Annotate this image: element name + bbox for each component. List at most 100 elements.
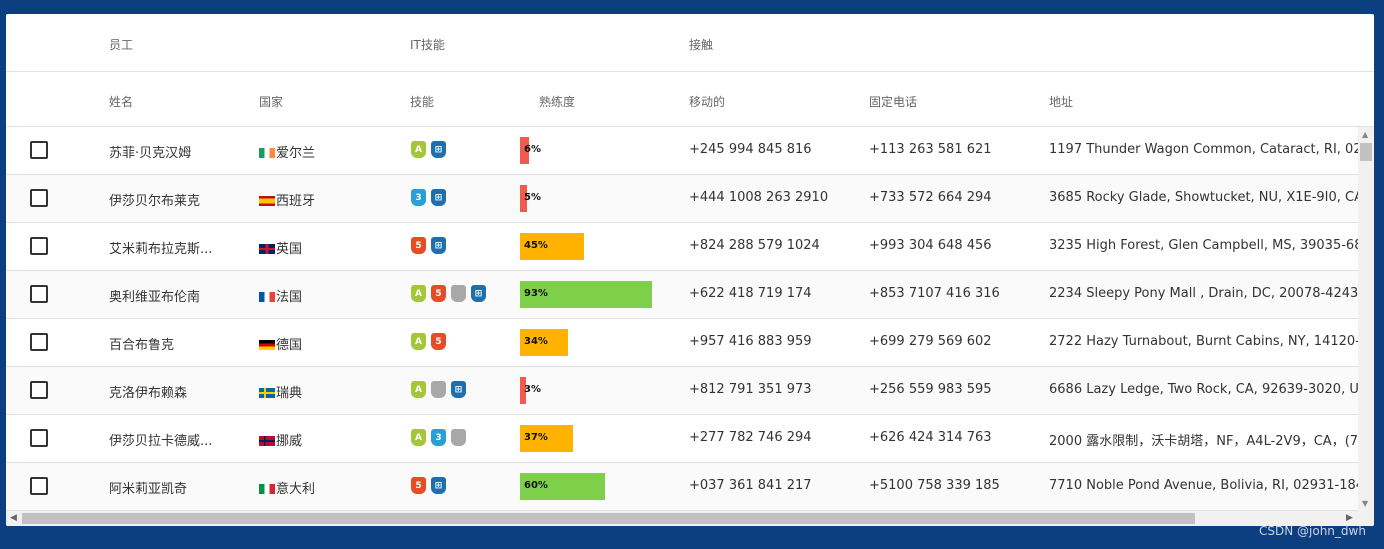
skills-cell: 3 ⊞ xyxy=(411,189,446,206)
proficiency-label: 5% xyxy=(524,192,541,203)
windows-icon: ⊞ xyxy=(431,141,446,158)
scroll-left-icon[interactable]: ◀ xyxy=(10,513,17,523)
row-checkbox[interactable] xyxy=(30,189,48,207)
column-header-country[interactable]: 国家 xyxy=(259,93,283,110)
mobile-phone: +957 416 883 959 xyxy=(689,334,812,349)
android-icon: A xyxy=(411,141,426,158)
row-checkbox[interactable] xyxy=(30,381,48,399)
header-group-row: 员工 IT技能 接触 xyxy=(6,14,1374,72)
employee-name: 百合布鲁克 xyxy=(109,338,175,353)
country-cell: 西班牙 xyxy=(259,190,315,209)
vertical-scroll-thumb[interactable] xyxy=(1360,143,1372,161)
group-header-employee[interactable]: 员工 xyxy=(109,36,133,53)
country-name: 意大利 xyxy=(276,482,316,497)
horizontal-scrollbar[interactable]: ◀ ▶ xyxy=(6,511,1358,526)
row-checkbox[interactable] xyxy=(30,333,48,351)
mobile-phone: +622 418 719 174 xyxy=(689,286,812,301)
landline-phone: +113 263 581 621 xyxy=(869,142,992,157)
html5-icon: 5 xyxy=(431,333,446,350)
country-cell: 德国 xyxy=(259,334,302,353)
skills-cell: 5 ⊞ xyxy=(411,477,446,494)
group-header-it-skills[interactable]: IT技能 xyxy=(410,36,445,53)
row-checkbox[interactable] xyxy=(30,285,48,303)
employee-name: 奥利维亚布伦南 xyxy=(109,290,201,305)
employee-name: 苏菲·贝克汉姆 xyxy=(109,146,192,161)
column-header-address[interactable]: 地址 xyxy=(1049,93,1073,110)
html5-icon: 5 xyxy=(431,285,446,302)
address: 3235 High Forest, Glen Campbell, MS, 390… xyxy=(1049,238,1358,253)
country-name: 法国 xyxy=(276,290,303,305)
table-row[interactable]: 奥利维亚布伦南 法国 A 5 ⊞ 93% +622 418 719 174 +853 7107… xyxy=(6,271,1358,319)
android-icon: A xyxy=(411,381,426,398)
mobile-phone: +277 782 746 294 xyxy=(689,430,812,445)
page: { "header": { "groups": ["员工", "IT技能", "… xyxy=(0,0,1384,549)
landline-phone: +993 304 648 456 xyxy=(869,238,992,253)
address: 1197 Thunder Wagon Common, Cataract, RI,… xyxy=(1049,142,1358,157)
column-header-landline[interactable]: 固定电话 xyxy=(869,93,917,110)
table-row[interactable]: 伊莎贝拉卡德威... 挪威 A 3 37% +277 782 746 294 +626 42… xyxy=(6,415,1358,463)
employee-name: 克洛伊布赖森 xyxy=(109,386,188,401)
landline-phone: +699 279 569 602 xyxy=(869,334,992,349)
skills-cell: A ⊞ xyxy=(411,381,466,398)
horizontal-scroll-thumb[interactable] xyxy=(22,513,1195,524)
row-checkbox[interactable] xyxy=(30,477,48,495)
css3-icon: 3 xyxy=(411,189,426,206)
vertical-scrollbar[interactable]: ▲ ▼ xyxy=(1358,127,1374,511)
country-cell: 挪威 xyxy=(259,430,302,449)
table-row[interactable]: 伊莎贝尔布莱克 西班牙 3 ⊞ 5% +444 1008 263 2910 +733 572… xyxy=(6,175,1358,223)
employee-name: 艾米莉布拉克斯... xyxy=(109,242,213,257)
column-header-name[interactable]: 姓名 xyxy=(109,93,133,110)
mobile-phone: +444 1008 263 2910 xyxy=(689,190,829,205)
france-flag-icon xyxy=(259,292,275,302)
scroll-up-icon[interactable]: ▲ xyxy=(1362,130,1368,139)
table-row[interactable]: 苏菲·贝克汉姆 爱尔兰 A ⊞ 6% +245 994 845 816 +113 263 5… xyxy=(6,127,1358,175)
row-checkbox[interactable] xyxy=(30,429,48,447)
row-checkbox[interactable] xyxy=(30,141,48,159)
address: 6686 Lazy Ledge, Two Rock, CA, 92639-302… xyxy=(1049,382,1358,397)
address: 3685 Rocky Glade, Showtucket, NU, X1E-9I… xyxy=(1049,190,1358,205)
column-header-mobile[interactable]: 移动的 xyxy=(689,93,725,110)
mobile-phone: +812 791 351 973 xyxy=(689,382,812,397)
sweden-flag-icon xyxy=(259,388,275,398)
norway-flag-icon xyxy=(259,436,275,446)
row-checkbox[interactable] xyxy=(30,237,48,255)
proficiency-label: 6% xyxy=(524,144,541,155)
watermark: CSDN @john_dwh xyxy=(1259,524,1366,538)
proficiency-label: 93% xyxy=(524,288,548,299)
android-icon: A xyxy=(411,429,426,446)
proficiency-label: 60% xyxy=(524,480,548,491)
group-header-contact[interactable]: 接触 xyxy=(689,36,713,53)
table-row[interactable]: 阿米莉亚凯奇 意大利 5 ⊞ 60% +037 361 841 217 +5100 758 … xyxy=(6,463,1358,511)
country-name: 德国 xyxy=(276,338,303,353)
landline-phone: +626 424 314 763 xyxy=(869,430,992,445)
country-name: 挪威 xyxy=(276,434,303,449)
employee-name: 伊莎贝尔布莱克 xyxy=(109,194,201,209)
mac-icon xyxy=(451,285,466,302)
address: 2000 露水限制，沃卡胡塔，NF，A4L-2V9，CA，(709) xyxy=(1049,434,1358,449)
country-cell: 英国 xyxy=(259,238,302,257)
proficiency-label: 34% xyxy=(524,336,548,347)
table-row[interactable]: 克洛伊布赖森 瑞典 A ⊞ 3% +812 791 351 973 +256 559 983… xyxy=(6,367,1358,415)
scroll-down-icon[interactable]: ▼ xyxy=(1362,499,1368,508)
germany-flag-icon xyxy=(259,340,275,350)
column-header-skills[interactable]: 技能 xyxy=(410,93,434,110)
windows-icon: ⊞ xyxy=(451,381,466,398)
landline-phone: +733 572 664 294 xyxy=(869,190,992,205)
scroll-right-icon[interactable]: ▶ xyxy=(1346,513,1353,523)
country-name: 西班牙 xyxy=(276,194,316,209)
spain-flag-icon xyxy=(259,196,275,206)
country-cell: 法国 xyxy=(259,286,302,305)
table-row[interactable]: 艾米莉布拉克斯... 英国 5 ⊞ 45% +824 288 579 1024 +993 3… xyxy=(6,223,1358,271)
mobile-phone: +824 288 579 1024 xyxy=(689,238,820,253)
windows-icon: ⊞ xyxy=(471,285,486,302)
html5-icon: 5 xyxy=(411,237,426,254)
proficiency-label: 3% xyxy=(524,384,541,395)
css3-icon: 3 xyxy=(431,429,446,446)
country-name: 瑞典 xyxy=(276,386,303,401)
table-row[interactable]: 百合布鲁克 德国 A 5 34% +957 416 883 959 +699 279 569… xyxy=(6,319,1358,367)
landline-phone: +853 7107 416 316 xyxy=(869,286,1000,301)
landline-phone: +5100 758 339 185 xyxy=(869,478,1000,493)
address: 2234 Sleepy Pony Mall , Drain, DC, 20078… xyxy=(1049,286,1358,301)
column-header-proficiency[interactable]: 熟练度 xyxy=(539,93,575,110)
html5-icon: 5 xyxy=(411,477,426,494)
